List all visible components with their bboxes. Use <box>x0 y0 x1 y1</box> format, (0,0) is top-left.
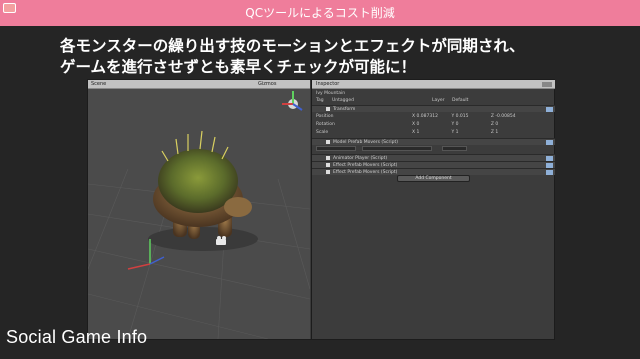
scale-label: Scale <box>316 130 329 135</box>
monster-head <box>224 197 252 217</box>
transform-label: Transform <box>333 107 356 112</box>
scene-tab[interactable]: Scene <box>91 81 106 88</box>
inspector-tab[interactable]: Inspector <box>316 81 339 88</box>
script-icon <box>546 170 553 175</box>
component-header[interactable]: Effect Prefab Movers (Script) <box>312 161 555 168</box>
script-icon <box>546 140 553 145</box>
position-row: Position X 0.087312 Y 0.015 Z -0.00854 <box>312 113 555 121</box>
transform-header[interactable]: Transform <box>312 105 555 112</box>
option-field[interactable] <box>442 146 467 151</box>
scale-row: Scale X 1 Y 1 Z 1 <box>312 129 555 137</box>
component-checkbox[interactable] <box>326 139 330 144</box>
add-component-button[interactable]: Add Component <box>397 175 470 182</box>
component-fields <box>312 146 555 154</box>
scale-x-field[interactable]: X 1 <box>412 129 450 137</box>
layer-label: Layer <box>432 98 445 103</box>
tag-dropdown[interactable]: Untagged <box>332 97 354 105</box>
headline-line-2: ゲームを進行させずとも素早くチェックが可能に！ <box>60 58 417 76</box>
scale-y-field[interactable]: Y 1 <box>451 129 489 137</box>
component-label: Effect Prefab Movers (Script) <box>333 170 398 175</box>
rotation-z-field[interactable]: Z 0 <box>491 121 529 129</box>
inspector-panel: Inspector Ivy Mountain Tag Untagged Laye… <box>311 80 555 339</box>
component-header[interactable]: Animator Player (Script) <box>312 154 555 161</box>
rotation-x-field[interactable]: X 0 <box>412 121 450 129</box>
layer-dropdown[interactable]: Default <box>452 97 468 105</box>
position-x-field[interactable]: X 0.087312 <box>412 113 450 121</box>
component-checkbox[interactable] <box>326 162 330 167</box>
rotation-y-field[interactable]: Y 0 <box>451 121 489 129</box>
component-checkbox[interactable] <box>326 169 330 174</box>
transform-foldout-icon[interactable] <box>326 106 330 111</box>
header-title: QCツールによるコスト削減 <box>245 6 395 20</box>
component-checkbox[interactable] <box>326 155 330 160</box>
component-header[interactable]: Model Prefab Movers (Script) <box>312 138 555 145</box>
tag-layer-row: Tag Untagged Layer Default <box>312 97 555 105</box>
rotation-row: Rotation X 0 Y 0 Z 0 <box>312 121 555 129</box>
controller-field[interactable] <box>362 146 432 151</box>
position-label: Position <box>316 114 334 119</box>
watermark: Social Game Info <box>6 327 148 347</box>
position-z-field[interactable]: Z -0.00854 <box>491 113 529 121</box>
headline-line-1: 各モンスターの繰り出す技のモーションとエフェクトが同期され、 <box>60 37 525 55</box>
scale-z-field[interactable]: Z 1 <box>491 129 529 137</box>
headline: 各モンスターの繰り出す技のモーションとエフェクトが同期され、 ゲームを進行させず… <box>60 36 620 78</box>
tag-label: Tag <box>316 98 324 103</box>
monster-shadow <box>148 227 258 251</box>
scene-tab-bar: Scene Gizmos <box>88 80 310 89</box>
lock-icon[interactable] <box>542 82 552 87</box>
header-bar: QCツールによるコスト削減 <box>0 0 640 26</box>
component-header[interactable]: Effect Prefab Movers (Script) <box>312 168 555 175</box>
unity-editor-window: Scene Gizmos Inspector Ivy Mountain Tag … <box>87 79 555 340</box>
scene-viewport[interactable] <box>88 89 310 339</box>
gizmos-menu[interactable]: Gizmos <box>258 81 276 88</box>
inspector-tab-bar: Inspector <box>312 80 555 89</box>
component-label: Model Prefab Movers (Script) <box>333 140 398 145</box>
scene-view[interactable]: Scene Gizmos <box>88 80 310 339</box>
prefab-field[interactable] <box>316 146 356 151</box>
position-y-field[interactable]: Y 0.015 <box>451 113 489 121</box>
rotation-label: Rotation <box>316 122 335 127</box>
orientation-gizmo-icon <box>282 91 303 111</box>
transform-icon <box>546 107 553 112</box>
